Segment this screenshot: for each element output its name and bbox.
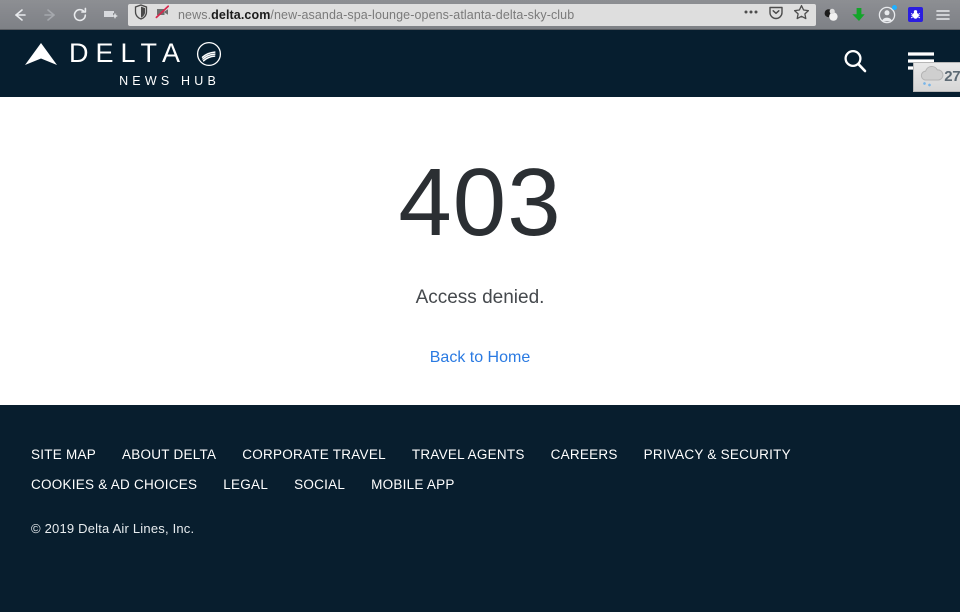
media-blocked-icon[interactable] xyxy=(155,4,170,25)
url-bar-actions xyxy=(737,4,810,26)
shield-icon[interactable] xyxy=(134,4,148,25)
back-to-home-link[interactable]: Back to Home xyxy=(430,349,530,367)
extension-square xyxy=(907,7,923,22)
error-page-content: 403 Access denied. Back to Home xyxy=(0,97,960,405)
footer-link-corporate-travel[interactable]: CORPORATE TRAVEL xyxy=(242,447,386,462)
site-header: DELTA NEWS HUB 27 xyxy=(0,30,960,97)
url-domain: delta.com xyxy=(211,7,271,22)
brand-row: DELTA xyxy=(22,40,222,68)
url-bar[interactable]: news.delta.com/new-asanda-spa-lounge-ope… xyxy=(128,3,816,26)
back-button[interactable] xyxy=(6,3,34,27)
error-code: 403 xyxy=(398,149,562,256)
brand-name: DELTA xyxy=(69,38,188,68)
footer-link-privacy-security[interactable]: PRIVACY & SECURITY xyxy=(644,447,791,462)
bug-glyph xyxy=(910,10,920,19)
copyright-text: © 2019 Delta Air Lines, Inc. xyxy=(31,521,195,536)
ellipsis-glyph xyxy=(744,10,758,14)
magnifier-glyph xyxy=(844,49,867,73)
url-bar-indicators xyxy=(134,4,178,25)
url-subdomain: news. xyxy=(178,7,212,22)
reload-icon xyxy=(73,7,87,21)
back-arrow-icon xyxy=(15,8,26,21)
forward-arrow-icon xyxy=(44,8,55,21)
footer-link-social[interactable]: SOCIAL xyxy=(294,477,345,492)
browser-toolbar-actions xyxy=(822,4,960,25)
account-icon[interactable] xyxy=(878,4,897,25)
star-glyph xyxy=(793,4,810,19)
downloads-icon[interactable] xyxy=(850,5,868,25)
footer-links: SITE MAP ABOUT DELTA CORPORATE TRAVEL TR… xyxy=(31,447,931,507)
media-blocked-glyph xyxy=(155,5,170,19)
new-container-tab-button[interactable] xyxy=(96,3,124,27)
app-menu-icon[interactable] xyxy=(934,5,952,25)
account-notification-badge xyxy=(892,4,897,10)
search-icon[interactable] xyxy=(840,46,870,81)
reload-button[interactable] xyxy=(66,3,94,27)
sphere-glyph xyxy=(824,8,838,21)
hamburger-glyph xyxy=(936,9,950,20)
weather-widget[interactable]: 27° xyxy=(913,62,960,92)
sub-brand: NEWS HUB xyxy=(119,73,221,88)
brand-logo[interactable]: DELTA NEWS HUB xyxy=(0,40,222,88)
weather-temperature: 27° xyxy=(944,68,960,85)
forward-button[interactable] xyxy=(36,3,64,27)
url-path: /new-asanda-spa-lounge-opens-atlanta-del… xyxy=(270,7,575,22)
footer-link-cookies-ad-choices[interactable]: COOKIES & AD CHOICES xyxy=(31,477,197,492)
shield-glyph xyxy=(134,4,148,20)
download-arrow-glyph xyxy=(852,7,865,21)
site-footer: SITE MAP ABOUT DELTA CORPORATE TRAVEL TR… xyxy=(0,405,960,612)
sphere-extension-icon[interactable] xyxy=(822,5,840,25)
footer-link-legal[interactable]: LEGAL xyxy=(223,477,268,492)
skyteam-badge-icon xyxy=(196,41,222,66)
error-message: Access denied. xyxy=(415,287,545,308)
browser-toolbar: news.delta.com/new-asanda-spa-lounge-ope… xyxy=(0,0,960,30)
page-actions-icon[interactable] xyxy=(743,4,759,25)
pocket-icon[interactable] xyxy=(768,4,784,25)
delta-widget-triangle-icon xyxy=(25,42,57,65)
footer-link-about-delta[interactable]: ABOUT DELTA xyxy=(122,447,216,462)
footer-link-travel-agents[interactable]: TRAVEL AGENTS xyxy=(412,447,525,462)
bookmark-star-icon[interactable] xyxy=(793,4,810,26)
bug-extension-icon[interactable] xyxy=(906,5,924,25)
footer-link-site-map[interactable]: SITE MAP xyxy=(31,447,96,462)
pocket-glyph xyxy=(769,6,783,20)
url-text: news.delta.com/new-asanda-spa-lounge-ope… xyxy=(178,8,737,22)
container-tab-icon xyxy=(104,10,118,18)
footer-link-mobile-app[interactable]: MOBILE APP xyxy=(371,477,455,492)
footer-link-careers[interactable]: CAREERS xyxy=(551,447,618,462)
navigation-buttons xyxy=(0,3,124,27)
